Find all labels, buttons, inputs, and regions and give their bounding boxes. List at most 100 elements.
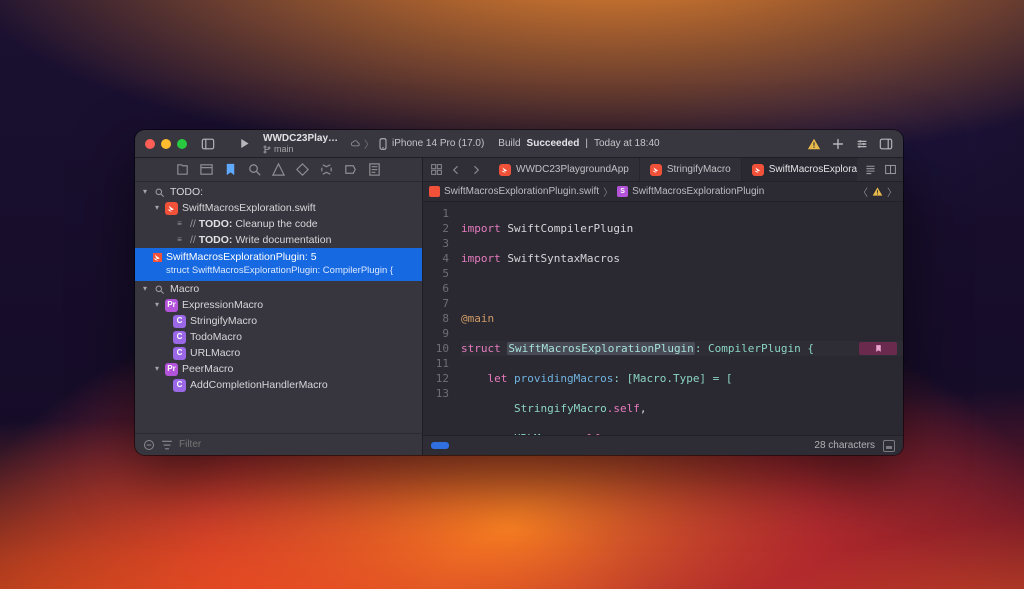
jump-bar[interactable]: SwiftMacrosExplorationPlugin.swift 〉 S S… bbox=[423, 182, 903, 202]
tab-label: SwiftMacrosExploration bbox=[769, 164, 857, 175]
related-items-button[interactable] bbox=[427, 161, 445, 179]
tree-class[interactable]: C TodoMacro bbox=[135, 329, 422, 345]
scheme-selector[interactable]: WWDC23Play… main bbox=[259, 133, 344, 155]
warnings-indicator[interactable] bbox=[803, 133, 825, 155]
tree-class[interactable]: C URLMacro bbox=[135, 345, 422, 361]
code-content[interactable]: import SwiftCompilerPlugin import SwiftS… bbox=[457, 202, 903, 435]
editor-tab-active[interactable]: SwiftMacrosExploration bbox=[742, 158, 857, 181]
library-button[interactable] bbox=[827, 133, 849, 155]
search-icon bbox=[153, 186, 166, 199]
titlebar-right-controls bbox=[803, 133, 903, 155]
selection-count: 28 characters bbox=[814, 440, 875, 451]
protocol-icon: Pr bbox=[165, 363, 178, 376]
window-controls bbox=[135, 139, 197, 149]
breakpoints-navigator-tab[interactable] bbox=[343, 162, 358, 177]
tree-class[interactable]: C AddCompletionHandlerMacro bbox=[135, 377, 422, 393]
project-navigator-tab[interactable] bbox=[175, 162, 190, 177]
close-window-button[interactable] bbox=[145, 139, 155, 149]
tree-todo-item[interactable]: ≡ // TODO: Write documentation bbox=[135, 232, 422, 248]
tree-subtitle: struct SwiftMacrosExplorationPlugin: Com… bbox=[166, 264, 393, 278]
toggle-inspectors-button[interactable] bbox=[875, 133, 897, 155]
tree-protocol[interactable]: ▾ Pr ExpressionMacro bbox=[135, 297, 422, 313]
run-button[interactable] bbox=[233, 133, 255, 155]
tree-protocol[interactable]: ▾ Pr PeerMacro bbox=[135, 361, 422, 377]
build-status: Succeeded bbox=[527, 138, 580, 149]
plus-icon bbox=[831, 137, 845, 151]
line-icon: ≡ bbox=[173, 218, 186, 231]
editor-tab[interactable]: StringifyMacro bbox=[640, 158, 742, 181]
tree-label: StringifyMacro bbox=[190, 314, 257, 328]
tree-group-todo[interactable]: ▾ TODO: bbox=[135, 184, 422, 200]
class-icon: C bbox=[173, 379, 186, 392]
swift-file-icon bbox=[752, 164, 764, 176]
swift-file-icon bbox=[429, 186, 440, 197]
run-destination-selector[interactable]: 〉 iPhone 14 Pro (17.0) bbox=[344, 136, 490, 151]
editor-tab[interactable]: WWDC23PlaygroundApp bbox=[489, 158, 640, 181]
jump-bar-symbol[interactable]: SwiftMacrosExplorationPlugin bbox=[632, 186, 764, 197]
source-control-navigator-tab[interactable] bbox=[199, 162, 214, 177]
warning-icon[interactable] bbox=[872, 186, 883, 197]
navigator-panel: ▾ TODO: ▾ SwiftMacrosExploration.swift ≡… bbox=[135, 158, 423, 455]
reports-navigator-tab[interactable] bbox=[367, 162, 382, 177]
filter-icon[interactable] bbox=[161, 439, 173, 451]
search-icon bbox=[153, 283, 166, 296]
branch-name: main bbox=[274, 144, 294, 155]
editor-pane: WWDC23PlaygroundApp StringifyMacro Swift… bbox=[423, 158, 903, 455]
swift-file-icon bbox=[499, 164, 511, 176]
activity-status[interactable]: Build Succeeded | Today at 18:40 bbox=[490, 138, 667, 149]
branch-icon bbox=[263, 145, 271, 154]
build-time: Today at 18:40 bbox=[594, 138, 660, 149]
tree-label: SwiftMacrosExplorationPlugin: 5 bbox=[166, 250, 317, 264]
tab-label: StringifyMacro bbox=[667, 164, 731, 175]
source-editor[interactable]: 12345678910111213 import SwiftCompilerPl… bbox=[423, 202, 903, 435]
issues-navigator-tab[interactable] bbox=[271, 162, 286, 177]
minimap-toggle-button[interactable] bbox=[861, 161, 879, 179]
titlebar: WWDC23Play… main 〉 iPhone 14 Pro (17.0) … bbox=[135, 130, 903, 158]
build-label-prefix: Build bbox=[498, 138, 520, 149]
navigator-tree[interactable]: ▾ TODO: ▾ SwiftMacrosExploration.swift ≡… bbox=[135, 182, 422, 433]
warning-icon bbox=[807, 137, 821, 151]
editor-layout-button[interactable] bbox=[881, 161, 899, 179]
debug-navigator-tab[interactable] bbox=[319, 162, 334, 177]
jump-bar-file[interactable]: SwiftMacrosExplorationPlugin.swift bbox=[444, 186, 599, 197]
tree-group-macro[interactable]: ▾ Macro bbox=[135, 281, 422, 297]
tree-file[interactable]: ▾ SwiftMacrosExploration.swift bbox=[135, 200, 422, 216]
navigator-filter-input[interactable] bbox=[179, 439, 414, 450]
editor-status-bar: 28 characters bbox=[423, 435, 903, 455]
tree-label: AddCompletionHandlerMacro bbox=[190, 378, 328, 392]
swift-file-icon bbox=[153, 253, 162, 262]
iphone-icon bbox=[378, 138, 388, 150]
tests-navigator-tab[interactable] bbox=[295, 162, 310, 177]
navigator-selector-bar bbox=[135, 158, 422, 182]
history-back-button[interactable] bbox=[447, 161, 465, 179]
tree-label: ExpressionMacro bbox=[182, 298, 263, 312]
toggle-navigator-button[interactable] bbox=[197, 133, 219, 155]
protocol-icon: Pr bbox=[165, 299, 178, 312]
editor-options-button[interactable] bbox=[851, 133, 873, 155]
minimize-window-button[interactable] bbox=[161, 139, 171, 149]
tree-selected-result[interactable]: SwiftMacrosExplorationPlugin: 5 struct S… bbox=[135, 248, 422, 281]
adjustments-icon bbox=[855, 137, 869, 151]
line-gutter: 12345678910111213 bbox=[423, 202, 457, 435]
tree-todo-item[interactable]: ≡ // TODO: Cleanup the code bbox=[135, 216, 422, 232]
selection-indicator bbox=[431, 442, 449, 449]
history-forward-button[interactable] bbox=[467, 161, 485, 179]
swift-file-icon bbox=[650, 164, 662, 176]
chevron-right-icon[interactable]: 〉 bbox=[887, 184, 897, 199]
find-navigator-tab[interactable] bbox=[247, 162, 262, 177]
zoom-window-button[interactable] bbox=[177, 139, 187, 149]
class-icon: C bbox=[173, 331, 186, 344]
bookmarks-navigator-tab[interactable] bbox=[223, 162, 238, 177]
build-time-sep: | bbox=[585, 138, 588, 149]
scope-icon[interactable] bbox=[143, 439, 155, 451]
tree-label: SwiftMacrosExploration.swift bbox=[182, 201, 316, 215]
class-icon: C bbox=[173, 347, 186, 360]
tree-label: URLMacro bbox=[190, 346, 240, 360]
chevron-left-icon[interactable]: 〈 bbox=[858, 184, 868, 199]
tab-label: WWDC23PlaygroundApp bbox=[516, 164, 629, 175]
swift-file-icon bbox=[165, 202, 178, 215]
tree-class[interactable]: C StringifyMacro bbox=[135, 313, 422, 329]
toggle-debug-area-button[interactable] bbox=[883, 440, 895, 452]
tree-label: Macro bbox=[170, 282, 199, 296]
bookmark-indicator[interactable] bbox=[859, 341, 897, 356]
